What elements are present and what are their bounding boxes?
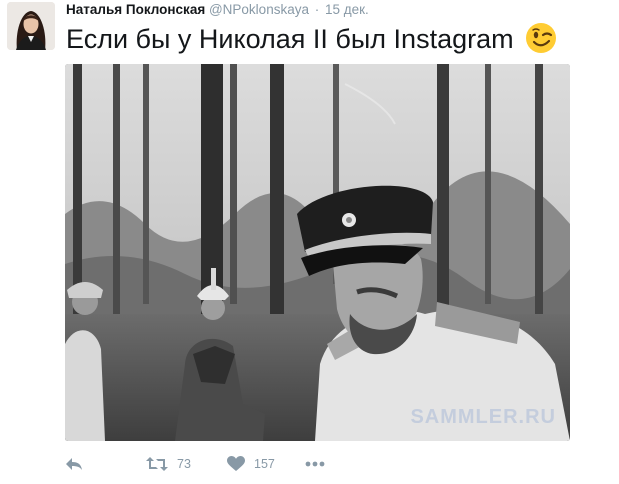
heart-icon — [227, 456, 245, 472]
author-handle[interactable]: @NPoklonskaya — [209, 2, 309, 17]
separator-dot: · — [314, 2, 320, 17]
tweet-timestamp[interactable]: 15 дек. — [325, 2, 369, 17]
tweet-header: Наталья Поклонская @NPoklonskaya · 15 де… — [66, 2, 369, 17]
retweet-button[interactable]: 73 — [146, 453, 191, 475]
avatar[interactable] — [7, 2, 55, 50]
retweet-icon — [146, 456, 168, 472]
author-name[interactable]: Наталья Поклонская — [66, 2, 205, 17]
tweet-text-content: Если бы у Николая II был Instagram — [66, 24, 514, 54]
more-button[interactable] — [305, 453, 325, 475]
reply-icon — [64, 456, 84, 472]
photo-watermark: SAMMLER.RU — [410, 406, 556, 428]
like-count: 157 — [254, 457, 275, 471]
more-icon — [305, 461, 325, 467]
tweet-photo[interactable]: SAMMLER.RU — [65, 64, 570, 441]
tweet: Наталья Поклонская @NPoklonskaya · 15 де… — [0, 0, 619, 484]
winking-face-icon — [525, 22, 557, 62]
retweet-count: 73 — [177, 457, 191, 471]
like-button[interactable]: 157 — [227, 453, 275, 475]
reply-button[interactable] — [64, 453, 84, 475]
tweet-text: Если бы у Николая II был Instagram — [66, 22, 557, 62]
